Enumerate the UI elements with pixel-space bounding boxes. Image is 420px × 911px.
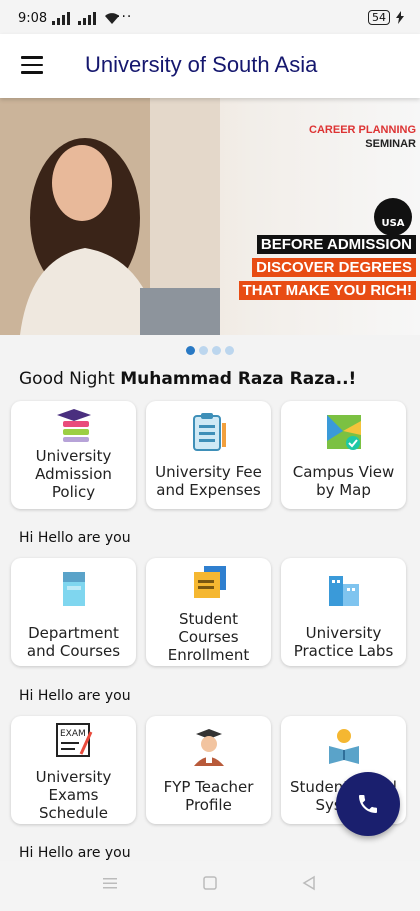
- home-nav-icon[interactable]: [202, 875, 218, 891]
- exam-icon: EXAM: [55, 723, 92, 757]
- signal-icon-2: [78, 12, 96, 25]
- card-courses-enrollment[interactable]: Student Courses Enrollment: [146, 558, 271, 666]
- graduation-cap-icon: [56, 409, 91, 442]
- folder-icon: [193, 566, 226, 598]
- card-fee-expenses[interactable]: University Fee and Expenses: [146, 401, 271, 509]
- reading-icon: [328, 729, 359, 764]
- hamburger-menu-icon[interactable]: [21, 56, 43, 74]
- map-icon: [326, 415, 361, 450]
- charging-icon: [396, 11, 404, 24]
- carousel-dot-1[interactable]: [186, 346, 195, 355]
- card-label: Campus View by Map: [292, 463, 395, 499]
- section-label: Hi Hello are you: [19, 845, 131, 861]
- banner-career-planning: CAREER PLANNING: [309, 124, 416, 136]
- card-label: University Practice Labs: [293, 624, 394, 660]
- carousel-dot-3[interactable]: [212, 346, 221, 355]
- user-name: Muhammad Raza Raza..!: [120, 369, 357, 389]
- system-nav-bar: [0, 861, 420, 911]
- greeting: Good Night Muhammad Raza Raza..!: [19, 369, 356, 389]
- status-right: 54: [368, 10, 404, 25]
- carousel-indicator[interactable]: [0, 346, 420, 355]
- menu-nav-icon[interactable]: [102, 875, 118, 891]
- clipboard-icon: [192, 413, 226, 451]
- card-admission-policy[interactable]: University Admission Policy: [11, 401, 136, 509]
- teacher-icon: [193, 729, 224, 766]
- app-bar: University of South Asia: [0, 34, 420, 98]
- building-icon: [62, 572, 85, 606]
- card-department-courses[interactable]: Department and Courses: [11, 558, 136, 666]
- card-fyp-teacher-profile[interactable]: FYP Teacher Profile: [146, 716, 271, 824]
- banner-tag-make-you-rich: THAT MAKE YOU RICH!: [238, 281, 416, 300]
- app-title: University of South Asia: [85, 52, 318, 77]
- phone-icon: [359, 795, 377, 813]
- card-label: University Admission Policy: [35, 447, 112, 501]
- battery-icon: 54: [368, 10, 390, 25]
- greeting-prefix: Good Night: [19, 369, 115, 389]
- city-icon: [328, 576, 359, 606]
- carousel-dot-2[interactable]: [199, 346, 208, 355]
- card-practice-labs[interactable]: University Practice Labs: [281, 558, 406, 666]
- card-campus-map[interactable]: Campus View by Map: [281, 401, 406, 509]
- usa-logo: USA: [374, 198, 412, 236]
- signal-icon: [52, 12, 70, 25]
- banner-seminar: SEMINAR: [365, 138, 416, 150]
- card-label: FYP Teacher Profile: [163, 778, 254, 814]
- banner-carousel[interactable]: CAREER PLANNING SEMINAR USA BEFORE ADMIS…: [0, 98, 420, 335]
- card-label: Department and Courses: [26, 624, 121, 660]
- signal-icons: [52, 12, 120, 25]
- more-notifications-icon: ···: [116, 9, 133, 25]
- carousel-dot-4[interactable]: [225, 346, 234, 355]
- banner-tag-discover-degrees: DISCOVER DEGREES: [252, 258, 416, 277]
- menu-row-1: University Admission Policy University F…: [11, 401, 411, 509]
- status-time: 9:08: [18, 11, 48, 26]
- banner-person-image: [0, 98, 220, 335]
- svg-text:EXAM: EXAM: [60, 729, 86, 739]
- section-label: Hi Hello are you: [19, 530, 131, 546]
- call-fab[interactable]: [336, 772, 400, 836]
- card-label: University Exams Schedule: [35, 768, 112, 822]
- card-exams-schedule[interactable]: EXAM University Exams Schedule: [11, 716, 136, 824]
- menu-row-2: Department and Courses Student Courses E…: [11, 558, 411, 666]
- card-label: Student Courses Enrollment: [167, 610, 250, 664]
- section-label: Hi Hello are you: [19, 688, 131, 704]
- status-bar: 9:08 ··· 54: [0, 0, 420, 34]
- banner-tag-before-admission: BEFORE ADMISSION: [256, 235, 416, 254]
- back-nav-icon[interactable]: [301, 875, 317, 891]
- card-label: University Fee and Expenses: [155, 463, 262, 499]
